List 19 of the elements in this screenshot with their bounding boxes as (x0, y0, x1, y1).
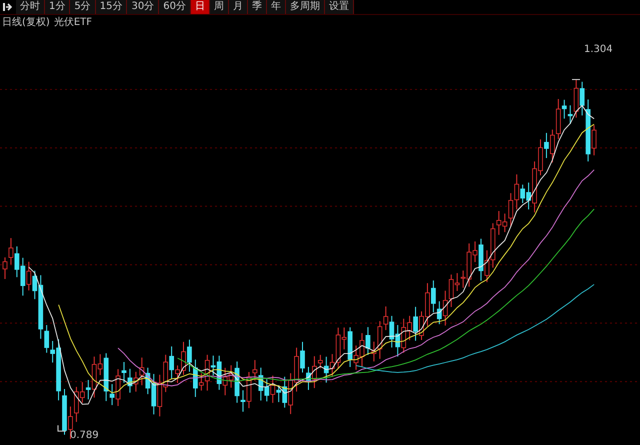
period-tab[interactable]: 日 (190, 0, 210, 14)
period-tab[interactable]: 周 (210, 0, 229, 14)
period-tab[interactable]: 60分 (159, 0, 191, 14)
period-tab[interactable]: 5分 (70, 0, 96, 14)
period-tab[interactable]: 年 (266, 0, 286, 14)
chart-mode-label: 日线(复权) (2, 17, 50, 29)
period-tab[interactable]: 多周期 (286, 0, 325, 14)
period-tab[interactable]: 分时 (16, 0, 45, 14)
period-tab[interactable]: 设置 (324, 0, 354, 14)
period-tab[interactable]: 15分 (96, 0, 128, 14)
high-price-label: 1.304 (584, 44, 613, 55)
leader-line (58, 424, 66, 432)
period-tab[interactable]: 季 (248, 0, 267, 14)
pin-icon[interactable] (2, 1, 14, 13)
leader-line (572, 79, 580, 80)
period-tab[interactable]: 30分 (127, 0, 160, 14)
period-tab[interactable]: 1分 (45, 0, 70, 14)
security-name: 光伏ETF (54, 17, 92, 29)
period-tab[interactable]: 月 (228, 0, 248, 14)
